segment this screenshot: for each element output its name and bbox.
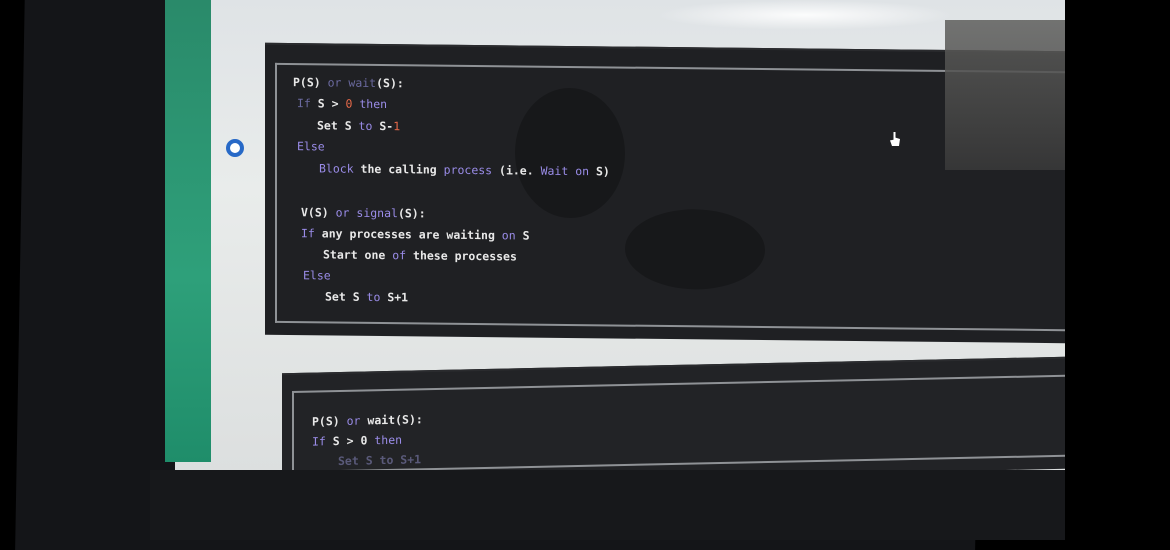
code-token: (S): [397, 206, 426, 221]
code-token: or [335, 205, 357, 220]
code-token: process [443, 162, 500, 178]
code-token: If [297, 96, 318, 111]
screen-glare [655, 0, 955, 30]
code-line: Else [297, 139, 325, 153]
code-token: these processes [413, 248, 517, 264]
code-token: P(S) [293, 75, 328, 90]
code-token: then [374, 432, 403, 448]
code-token: If [301, 226, 322, 241]
code-token: Else [303, 268, 331, 283]
radio-button[interactable] [226, 139, 244, 157]
code-token: S > [332, 433, 361, 449]
code-token: or [327, 75, 349, 90]
code-token: (i.e. [499, 163, 541, 178]
code-token: V(S) [301, 205, 336, 220]
code-line: If S > 0 then [297, 96, 387, 111]
code-token: 0 [360, 433, 375, 448]
code-line: P(S) or wait(S): [293, 75, 404, 90]
code-token: signal [356, 205, 398, 221]
code-line: Else [303, 268, 331, 282]
code-token: Set S to S+1 [338, 452, 422, 469]
code-line: Set S to S+1 [338, 452, 421, 468]
code-token: Set S [317, 118, 359, 133]
code-line: Set S to S+1 [325, 289, 408, 304]
code-token: wait [348, 75, 377, 90]
monitor-bottom-bezel [150, 470, 1065, 540]
code-token: Block [319, 161, 361, 176]
code-token: wait [367, 412, 396, 428]
code-line: P(S) or wait(S): [312, 412, 423, 428]
code-token: of [392, 248, 414, 263]
code-token: S [522, 228, 530, 243]
code-line: Set S to S-1 [317, 118, 400, 133]
code-token: S > [317, 96, 346, 111]
reflection-object [945, 20, 1065, 170]
code-line: If S > 0 then [312, 433, 402, 449]
code-block-wait-preview: P(S) or wait(S): If S > 0 then Set S to S+… [282, 356, 1065, 486]
code-token: Start one [323, 247, 393, 263]
code-token: If [312, 434, 333, 449]
code-token: (S): [395, 412, 423, 427]
code-token: (S): [376, 75, 404, 91]
code-token: the calling [360, 161, 444, 177]
code-line: Start one of these processes [323, 247, 517, 263]
code-token: Wait on [540, 163, 596, 179]
code-token: any processes are waiting [321, 226, 502, 243]
code-line: If any processes are waiting on S [301, 226, 530, 242]
left-sidebar-strip [165, 0, 211, 462]
code-token: to [358, 118, 380, 134]
code-token: then [359, 96, 388, 112]
code-token: S+1 [387, 290, 409, 305]
code-token: 0 [345, 96, 360, 111]
code-token: Set S [325, 289, 367, 304]
code-token: 1 [393, 119, 401, 134]
code-token: S- [379, 119, 394, 134]
reflection-shadow [515, 87, 625, 219]
code-token: or [346, 413, 368, 428]
code-line: V(S) or signal(S): [301, 205, 426, 220]
code-token: P(S) [312, 413, 347, 429]
code-token: S) [595, 164, 610, 179]
code-token: Else [297, 139, 325, 154]
code-token: on [501, 228, 523, 243]
code-token: to [366, 289, 388, 305]
reflection-shadow-2 [625, 208, 765, 291]
